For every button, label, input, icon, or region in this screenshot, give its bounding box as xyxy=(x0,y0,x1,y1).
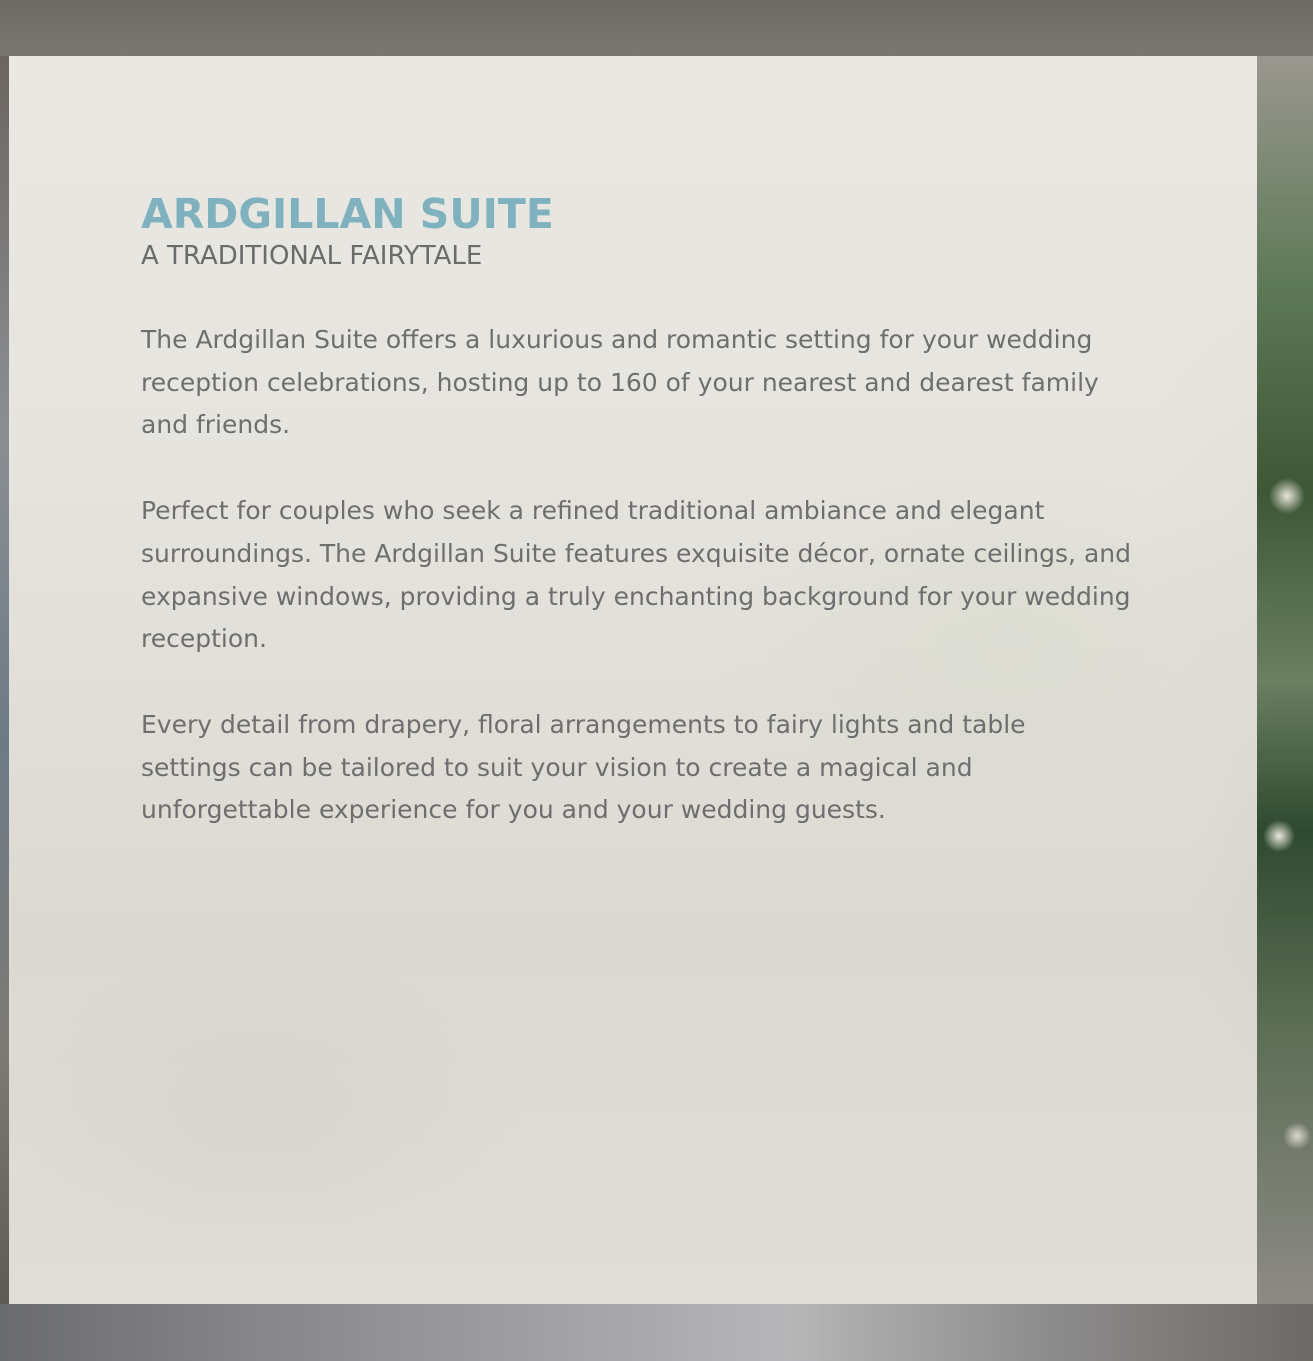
photo-edge-left xyxy=(0,56,9,1304)
description-paragraph-1: The Ardgillan Suite offers a luxurious a… xyxy=(141,325,1099,440)
suite-description: ARDGILLAN SUITE A TRADITIONAL FAIRYTALE … xyxy=(141,192,1131,832)
suite-subtitle: A TRADITIONAL FAIRYTALE xyxy=(141,241,483,271)
suite-title: ARDGILLAN SUITE xyxy=(141,190,554,238)
photo-edge-right xyxy=(1257,56,1313,1304)
photo-edge-bottom xyxy=(0,1304,1313,1361)
description-paragraph-2: Perfect for couples who seek a refined t… xyxy=(141,496,1131,654)
background-photo: ARDGILLAN SUITE A TRADITIONAL FAIRYTALE … xyxy=(0,0,1313,1361)
info-panel: ARDGILLAN SUITE A TRADITIONAL FAIRYTALE … xyxy=(9,56,1257,1304)
description-paragraph-3: Every detail from drapery, floral arrang… xyxy=(141,709,1026,825)
